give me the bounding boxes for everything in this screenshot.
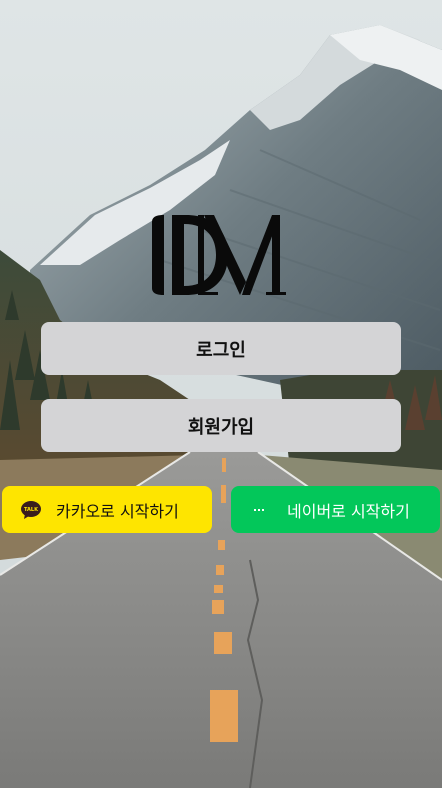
naver-icon bbox=[249, 499, 269, 520]
naver-login-button[interactable]: 네이버로 시작하기 bbox=[231, 486, 440, 533]
svg-text:TALK: TALK bbox=[24, 507, 39, 513]
kakao-talk-icon: TALK bbox=[20, 500, 42, 520]
background-image bbox=[0, 0, 442, 788]
kakao-login-button[interactable]: TALK 카카오로 시작하기 bbox=[2, 486, 212, 533]
signup-button[interactable]: 회원가입 bbox=[41, 399, 401, 452]
app-logo bbox=[150, 212, 286, 298]
login-button[interactable]: 로그인 bbox=[41, 322, 401, 375]
kakao-login-label: 카카오로 시작하기 bbox=[56, 501, 179, 521]
naver-login-label: 네이버로 시작하기 bbox=[287, 501, 410, 521]
